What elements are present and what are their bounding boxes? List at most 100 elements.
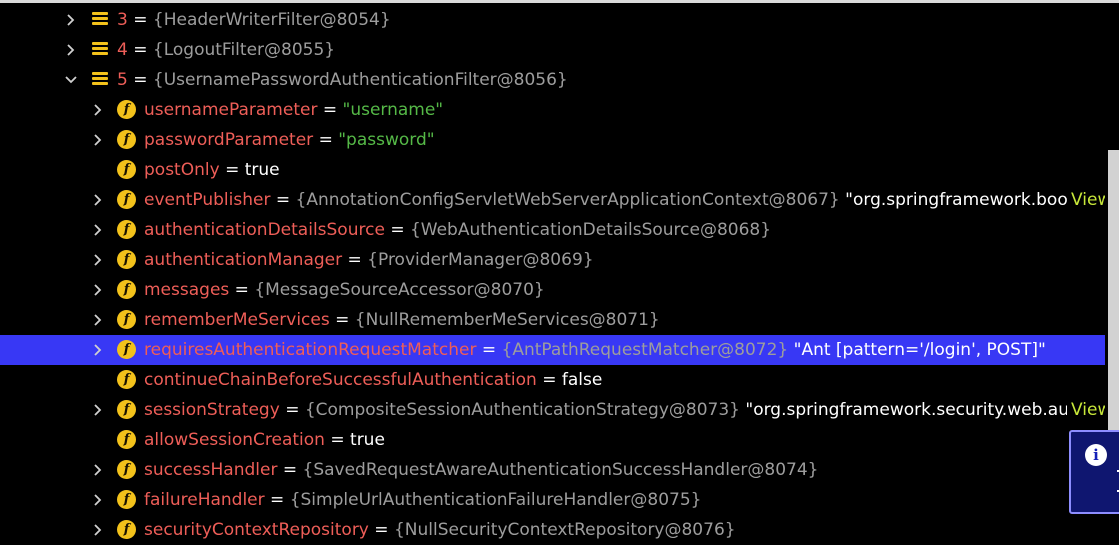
chevron-right-icon[interactable]	[89, 395, 105, 425]
variables-tree[interactable]: 3 = {HeaderWriterFilter@8054} 4 = {Logou…	[0, 5, 1105, 545]
node-name: 5	[117, 70, 128, 90]
node-name: continueChainBeforeSuccessfulAuthenticat…	[144, 370, 537, 390]
node-name: postOnly	[144, 160, 220, 180]
tree-node[interactable]: f postOnly = true	[0, 155, 1105, 185]
node-value: "Ant [pattern='/login', POST]"	[793, 340, 1046, 360]
chevron-right-icon[interactable]	[89, 275, 105, 305]
chevron-right-icon[interactable]	[89, 305, 105, 335]
node-reference: {SimpleUrlAuthenticationFailureHandler@8…	[289, 490, 702, 510]
array-element-icon	[92, 12, 108, 28]
node-name: authenticationDetailsSource	[144, 220, 385, 240]
equals-sign: =	[270, 490, 285, 510]
equals-sign: =	[481, 340, 497, 360]
chevron-right-icon[interactable]	[89, 245, 105, 275]
equals-sign: =	[285, 400, 300, 420]
chevron-down-icon[interactable]	[62, 65, 78, 95]
equals-sign: =	[133, 40, 148, 60]
field-icon: f	[117, 340, 136, 359]
node-reference: {SavedRequestAwareAuthenticationSuccessH…	[302, 460, 819, 480]
node-text: sessionStrategy = {CompositeSessionAuthe…	[144, 395, 1070, 425]
tree-node[interactable]: f securityContextRepository = {NullSecuri…	[0, 515, 1105, 545]
equals-sign: =	[347, 250, 362, 270]
chevron-right-icon[interactable]	[89, 185, 105, 215]
top-border	[0, 0, 1119, 3]
node-text: 4 = {LogoutFilter@8055}	[117, 35, 1100, 65]
field-icon: f	[117, 490, 136, 509]
node-name: authenticationManager	[144, 250, 343, 270]
equals-sign: =	[133, 10, 148, 30]
tree-node[interactable]: f eventPublisher = {AnnotationConfigServl…	[0, 185, 1105, 215]
field-icon: f	[117, 100, 136, 119]
tree-node[interactable]: f failureHandler = {SimpleUrlAuthenticati…	[0, 485, 1105, 515]
array-element-icon	[92, 42, 108, 58]
field-icon: f	[117, 520, 136, 539]
field-icon: f	[117, 220, 136, 239]
tree-node[interactable]: f sessionStrategy = {CompositeSessionAuth…	[0, 395, 1105, 425]
chevron-right-icon[interactable]	[89, 95, 105, 125]
tree-node[interactable]: 5 = {UsernamePasswordAuthenticationFilte…	[0, 65, 1105, 95]
tree-node[interactable]: 3 = {HeaderWriterFilter@8054}	[0, 5, 1105, 35]
field-icon: f	[117, 160, 136, 179]
node-text: postOnly = true	[144, 155, 1100, 185]
field-icon: f	[117, 130, 136, 149]
field-icon: f	[117, 430, 136, 449]
tree-node[interactable]: f rememberMeServices = {NullRememberMeSer…	[0, 305, 1105, 335]
node-text: failureHandler = {SimpleUrlAuthenticatio…	[144, 485, 1100, 515]
chevron-right-icon[interactable]	[89, 485, 105, 515]
tree-node[interactable]: f messages = {MessageSourceAccessor@8070}	[0, 275, 1105, 305]
tree-node[interactable]: f usernameParameter = "username"	[0, 95, 1105, 125]
node-string-value: "password"	[338, 130, 435, 150]
field-icon: f	[117, 280, 136, 299]
equals-sign: =	[225, 160, 240, 180]
node-value: true	[244, 160, 280, 180]
node-text: eventPublisher = {AnnotationConfigServle…	[144, 185, 1070, 215]
node-value: true	[350, 430, 385, 450]
tree-node[interactable]: f authenticationManager = {ProviderManage…	[0, 245, 1105, 275]
node-text: authenticationDetailsSource = {WebAuthen…	[144, 215, 1100, 245]
node-text: 3 = {HeaderWriterFilter@8054}	[117, 5, 1100, 35]
node-name: eventPublisher	[144, 190, 271, 210]
node-text: successHandler = {SavedRequestAwareAuthe…	[144, 455, 1100, 485]
tree-node[interactable]: f authenticationDetailsSource = {WebAuthe…	[0, 215, 1105, 245]
equals-sign: =	[330, 430, 345, 450]
node-text: passwordParameter = "password"	[144, 125, 1100, 155]
node-name: allowSessionCreation	[144, 430, 325, 450]
node-reference: {UsernamePasswordAuthenticationFilter@80…	[152, 70, 568, 90]
equals-sign: =	[133, 70, 148, 90]
equals-sign: =	[390, 220, 405, 240]
node-reference: {NullSecurityContextRepository@8076}	[393, 520, 736, 540]
tree-node[interactable]: f allowSessionCreation = true	[0, 425, 1105, 455]
equals-sign: =	[282, 460, 298, 480]
node-name: successHandler	[144, 460, 278, 480]
chevron-right-icon[interactable]	[89, 455, 105, 485]
field-icon: f	[117, 460, 136, 479]
info-notification[interactable]: i	[1069, 430, 1119, 514]
chevron-right-icon[interactable]	[89, 125, 105, 155]
node-text: continueChainBeforeSuccessfulAuthenticat…	[144, 365, 1100, 395]
node-name: usernameParameter	[144, 100, 318, 120]
node-text: messages = {MessageSourceAccessor@8070}	[144, 275, 1100, 305]
tree-node[interactable]: f successHandler = {SavedRequestAwareAuth…	[0, 455, 1105, 485]
chevron-right-icon[interactable]	[62, 5, 78, 35]
view-link[interactable]: View	[1067, 185, 1105, 215]
view-link[interactable]: View	[1067, 395, 1105, 425]
tree-node[interactable]: f passwordParameter = "password"	[0, 125, 1105, 155]
chevron-right-icon[interactable]	[89, 215, 105, 245]
chevron-right-icon[interactable]	[62, 35, 78, 65]
node-value: "org.springframework.boot.web.ser...	[845, 190, 1070, 210]
node-string-value: "username"	[342, 100, 444, 120]
node-reference: {LogoutFilter@8055}	[152, 40, 336, 60]
chevron-right-icon[interactable]	[89, 335, 105, 365]
tree-node[interactable]: 4 = {LogoutFilter@8055}	[0, 35, 1105, 65]
chevron-right-icon[interactable]	[89, 515, 105, 545]
node-reference: {NullRememberMeServices@8071}	[354, 310, 660, 330]
field-icon: f	[117, 250, 136, 269]
tree-node[interactable]: f requiresAuthenticationRequestMatcher = …	[0, 335, 1105, 365]
info-icon: i	[1085, 444, 1107, 466]
field-icon: f	[117, 310, 136, 329]
node-name: messages	[144, 280, 230, 300]
tree-node[interactable]: f continueChainBeforeSuccessfulAuthentica…	[0, 365, 1105, 395]
field-icon: f	[117, 400, 136, 419]
node-text: securityContextRepository = {NullSecurit…	[144, 515, 1100, 545]
node-text: usernameParameter = "username"	[144, 95, 1100, 125]
